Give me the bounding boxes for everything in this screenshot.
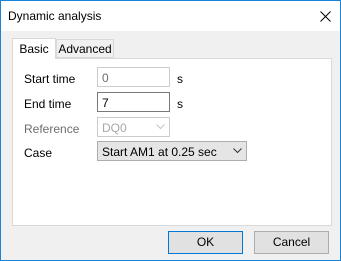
chevron-down-icon bbox=[233, 148, 242, 154]
close-icon bbox=[320, 11, 331, 22]
window-title: Dynamic analysis bbox=[8, 9, 102, 23]
start-time-unit: s bbox=[177, 72, 183, 86]
start-time-field[interactable]: 0 bbox=[97, 67, 170, 87]
title-bar: Dynamic analysis bbox=[1, 1, 340, 31]
end-time-unit: s bbox=[177, 97, 183, 111]
basic-tab-panel: Start time 0 s End time 7 s Reference DQ… bbox=[12, 58, 332, 254]
case-label: Case bbox=[24, 146, 53, 160]
dialog-window: Dynamic analysis Basic Advanced Start ti… bbox=[0, 0, 341, 261]
case-value: Start AM1 at 0.25 sec bbox=[102, 145, 217, 159]
cancel-button[interactable]: Cancel bbox=[254, 231, 329, 254]
reference-label: Reference bbox=[24, 122, 80, 136]
chevron-down-icon bbox=[156, 124, 165, 130]
reference-value: DQ0 bbox=[102, 121, 127, 135]
close-button[interactable] bbox=[311, 1, 340, 31]
tab-basic[interactable]: Basic bbox=[12, 38, 56, 59]
case-dropdown[interactable]: Start AM1 at 0.25 sec bbox=[97, 141, 247, 161]
end-time-label: End time bbox=[24, 97, 72, 111]
end-time-field[interactable]: 7 bbox=[97, 92, 170, 112]
tab-advanced[interactable]: Advanced bbox=[56, 39, 114, 58]
start-time-label: Start time bbox=[24, 72, 76, 86]
ok-button[interactable]: OK bbox=[168, 231, 243, 254]
reference-dropdown[interactable]: DQ0 bbox=[97, 117, 170, 137]
